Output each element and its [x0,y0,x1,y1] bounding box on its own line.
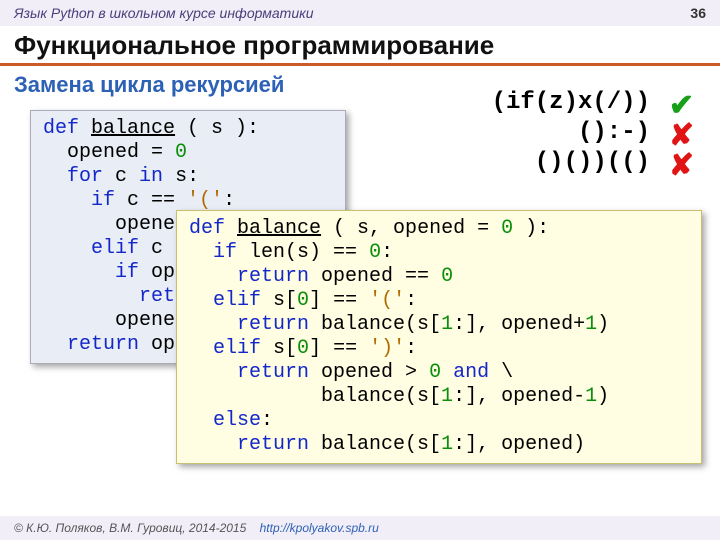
example-1: (if(z)x(/)) [492,89,650,116]
page-number: 36 [690,0,706,26]
example-3: ()())(() [535,149,650,176]
footer: © К.Ю. Поляков, В.М. Гуровиц, 2014-2015 … [0,516,720,540]
code-recursive: def balance ( s, opened = 0 ): if len(s)… [176,210,702,464]
slide-title: Функциональное программирование [0,26,720,66]
footer-link[interactable]: http://kpolyakov.spb.ru [260,521,379,535]
topbar: Язык Python в школьном курсе информатики… [0,0,720,26]
example-2: ():-) [578,119,650,146]
course-title: Язык Python в школьном курсе информатики [14,5,314,21]
copyright: © К.Ю. Поляков, В.М. Гуровиц, 2014-2015 [14,521,246,535]
examples-block: (if(z)x(/)) ():-) ()())(() [492,88,650,178]
cross-icon-2: ✘ [669,148,694,183]
